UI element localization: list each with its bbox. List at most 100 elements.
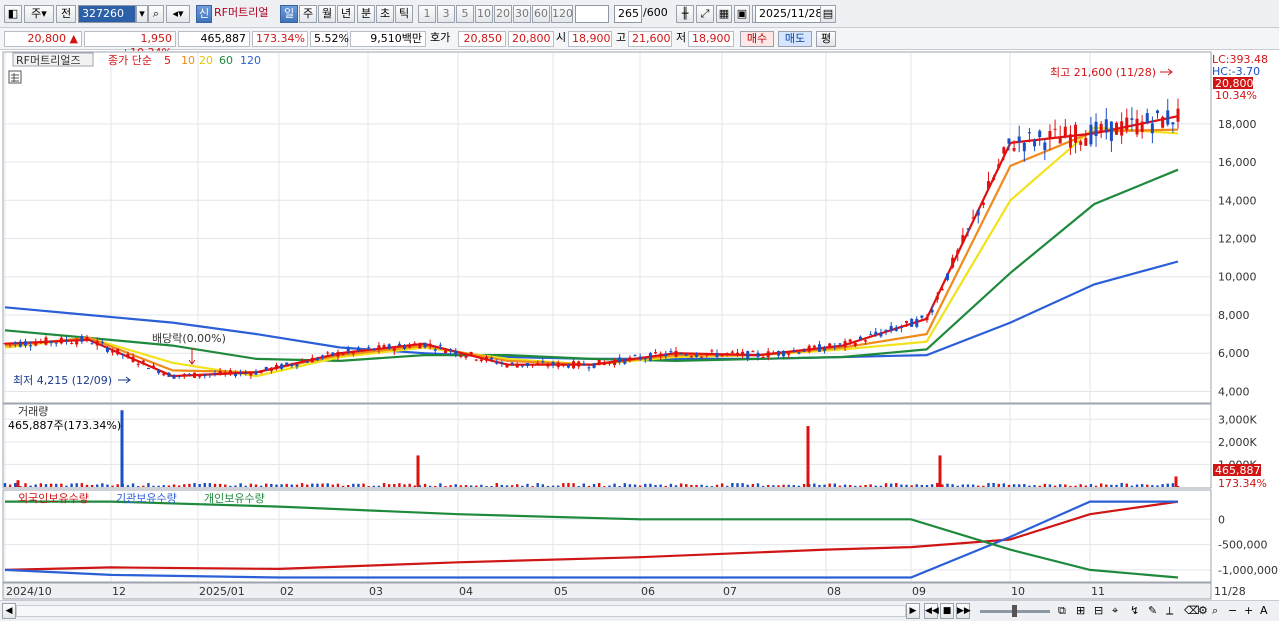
code-dropdown-icon[interactable]: ▾ — [136, 5, 148, 23]
buy-button[interactable]: 매수 — [740, 31, 774, 47]
candle-body — [556, 362, 560, 368]
volume-bar — [531, 485, 534, 487]
candle-body — [8, 343, 12, 345]
zoom-out-icon[interactable]: − — [1228, 603, 1240, 619]
candle-body — [756, 352, 760, 357]
chart-scroll-bar[interactable]: ◀ ▶ ◀◀ ■ ▶▶ ⧉ ⊞ ⊟ ⌖ ↯ ✎ ⟂ ⌫ ⚙ ⌕ − + A — [0, 600, 1279, 621]
trend-icon[interactable]: ↯ — [1130, 603, 1144, 619]
font-size-icon[interactable]: A — [1260, 603, 1274, 619]
crosshair-icon[interactable]: ⌖ — [1112, 603, 1126, 619]
speaker-icon[interactable]: ◂▾ — [166, 5, 190, 23]
pencil-icon[interactable]: ✎ — [1148, 603, 1162, 619]
volume-bar — [720, 483, 724, 487]
candle-body — [618, 357, 622, 363]
bid-price: 20,800 — [508, 31, 554, 47]
interval-60[interactable]: 60 — [532, 5, 550, 23]
candle-body — [141, 360, 145, 363]
period-month[interactable]: 월 — [318, 5, 336, 23]
settings-small-icon[interactable]: ⚙ — [1198, 603, 1210, 619]
candle-body — [669, 351, 673, 353]
candle-body — [331, 352, 335, 356]
candle-body — [981, 202, 985, 205]
x-tick-label: 05 — [554, 585, 568, 598]
volume-last-pct: 173.34% — [1218, 477, 1267, 490]
candle-body — [290, 364, 294, 367]
window-icon[interactable]: ⊟ — [1094, 603, 1108, 619]
period-week[interactable]: 주 — [299, 5, 317, 23]
interval-10[interactable]: 10 — [475, 5, 493, 23]
period-year[interactable]: 년 — [337, 5, 355, 23]
volume-bar — [782, 484, 785, 487]
search-icon[interactable]: ⌕ — [148, 5, 164, 23]
volume-bar — [387, 484, 391, 487]
rewind-icon[interactable]: ◀◀ — [924, 603, 939, 619]
interval-120[interactable]: 120 — [551, 5, 573, 23]
zoom-search-icon[interactable]: ⌕ — [1212, 603, 1226, 619]
stop-icon[interactable]: ■ — [940, 603, 954, 619]
sell-button[interactable]: 매도 — [778, 31, 812, 47]
stock-code-input[interactable]: 327260 — [78, 5, 136, 23]
zoom-slider-handle[interactable] — [1012, 605, 1017, 617]
candle-body — [34, 342, 38, 346]
volume-bar — [936, 482, 939, 487]
market-select[interactable]: 주▾ — [24, 5, 54, 23]
table-icon[interactable]: ▦ — [716, 5, 732, 23]
volume-bar — [772, 485, 775, 487]
scroll-left-button[interactable]: ◀ — [2, 603, 16, 619]
interval-20[interactable]: 20 — [494, 5, 512, 23]
volume-bar — [254, 484, 258, 487]
stock-chart[interactable]: RF머트리얼즈 종가 단순 5 10 20 60 120 최고 21,600 (… — [0, 51, 1279, 600]
zoom-in-icon[interactable]: + — [1244, 603, 1256, 619]
scroll-track[interactable] — [16, 605, 906, 617]
count-input[interactable]: 265 — [614, 5, 642, 23]
calendar-icon[interactable]: ▤ — [820, 5, 836, 23]
interval-3[interactable]: 3 — [437, 5, 455, 23]
volume-bar — [1058, 484, 1062, 487]
volume-bar — [449, 485, 452, 487]
copy-icon[interactable]: ⧉ — [1058, 603, 1072, 619]
volume-bar — [1140, 484, 1144, 487]
custom-interval-input[interactable] — [575, 5, 609, 23]
volume-bar — [823, 484, 826, 487]
measure-icon[interactable]: ⟂ — [1166, 603, 1180, 619]
candle-body — [3, 343, 7, 345]
forward-icon[interactable]: ▶▶ — [956, 603, 971, 619]
interval-1[interactable]: 1 — [418, 5, 436, 23]
candle-body — [454, 350, 458, 355]
candle-body — [1048, 131, 1052, 139]
current-price: 20,800 ▲ — [4, 31, 82, 47]
legend-foreign: 외국인보유수량 — [18, 492, 89, 505]
period-minute[interactable]: 분 — [357, 5, 375, 23]
candle-body — [776, 351, 780, 356]
volume-y-tick: 3,000K — [1218, 413, 1257, 426]
candle-body — [228, 370, 232, 374]
interval-5[interactable]: 5 — [456, 5, 474, 23]
chart-area[interactable]: RF머트리얼즈 종가 단순 5 10 20 60 120 최고 21,600 (… — [0, 51, 1279, 600]
volume-bar — [495, 482, 498, 487]
volume-bar — [597, 483, 601, 487]
candle-body — [80, 336, 84, 342]
candle-body — [1079, 141, 1083, 145]
volume-bar — [884, 483, 888, 487]
volume-bar — [469, 485, 473, 487]
interval-30[interactable]: 30 — [513, 5, 531, 23]
volume-bar — [70, 483, 73, 487]
save-icon[interactable]: ▣ — [734, 5, 750, 23]
layout-icon[interactable]: ⊞ — [1076, 603, 1090, 619]
prev-button[interactable]: 전 — [56, 5, 76, 23]
date-input[interactable]: 2025/11/28 — [755, 5, 822, 23]
chart-type-icon[interactable]: ◧ — [4, 5, 22, 23]
period-second[interactable]: 초 — [376, 5, 394, 23]
scroll-right-button[interactable]: ▶ — [906, 603, 920, 619]
candle-body — [874, 331, 878, 335]
erase-icon[interactable]: ⌫ — [1184, 603, 1200, 619]
volume-bar — [444, 486, 447, 487]
volume-bar — [316, 483, 319, 487]
period-day[interactable]: 일 — [280, 5, 298, 23]
candle-icon[interactable]: ╫ — [676, 5, 694, 23]
draw-line-icon[interactable]: ⤢ — [696, 5, 714, 23]
candle-body — [269, 367, 273, 372]
volume-bar — [674, 485, 678, 487]
avg-button[interactable]: 평 — [816, 31, 836, 47]
period-tick[interactable]: 틱 — [395, 5, 413, 23]
